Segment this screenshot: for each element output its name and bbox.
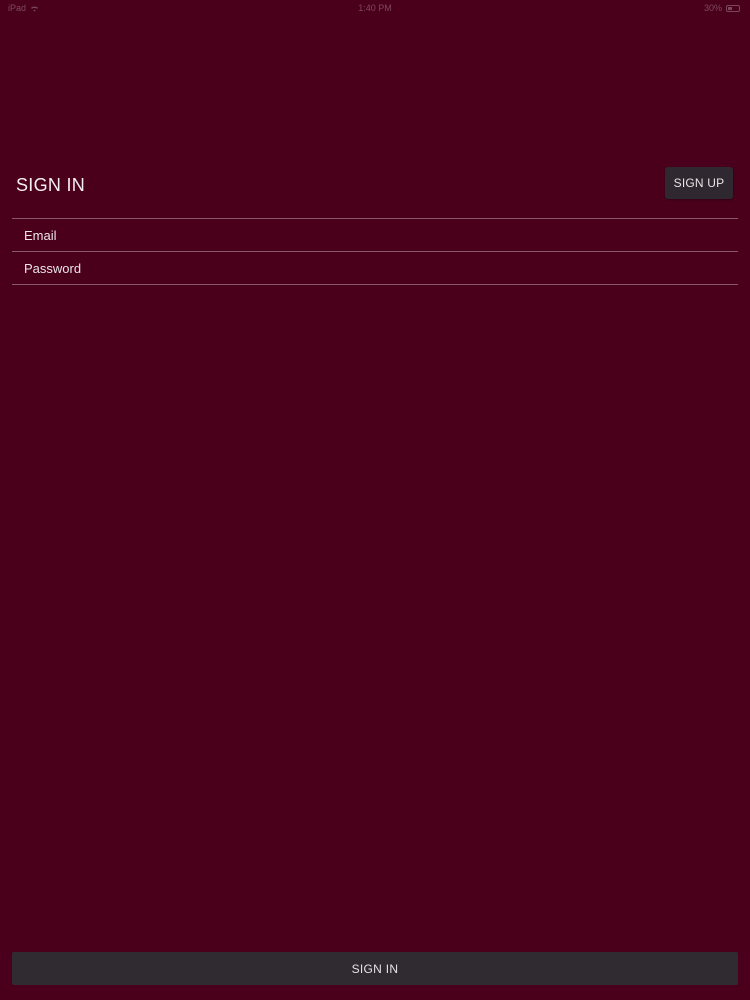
password-field[interactable] bbox=[12, 252, 738, 284]
sign-in-screen: iPad 1:40 PM 30% SIGN IN SIGN UP SIGN IN bbox=[0, 0, 750, 1000]
status-time: 1:40 PM bbox=[358, 3, 392, 13]
email-field[interactable] bbox=[12, 219, 738, 251]
status-right: 30% bbox=[704, 3, 740, 13]
status-bar: iPad 1:40 PM 30% bbox=[0, 0, 750, 16]
battery-icon bbox=[726, 4, 740, 12]
sign-up-button[interactable]: SIGN UP bbox=[665, 167, 733, 199]
page-title: SIGN IN bbox=[16, 175, 86, 195]
divider-bottom bbox=[12, 284, 738, 285]
sign-in-form bbox=[12, 218, 738, 285]
sign-in-button[interactable]: SIGN IN bbox=[12, 952, 738, 985]
battery-percent: 30% bbox=[703, 3, 722, 13]
